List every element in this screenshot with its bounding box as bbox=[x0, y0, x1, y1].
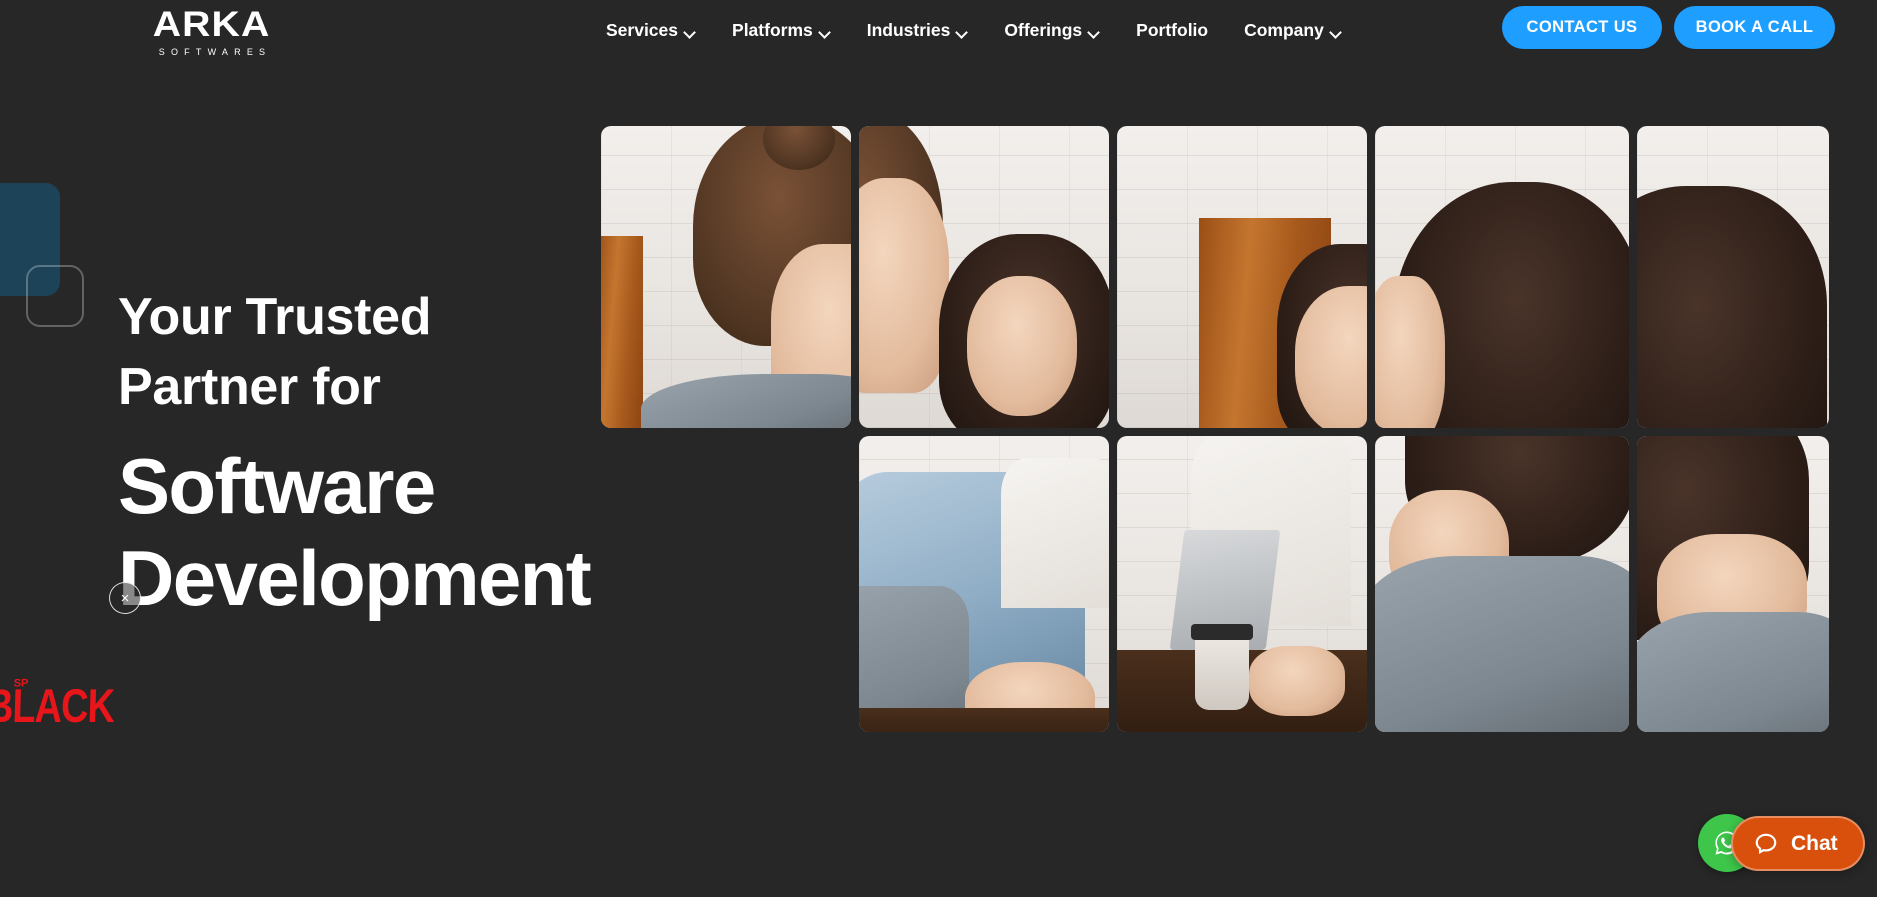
decorative-square-outline bbox=[26, 265, 84, 327]
contact-us-button[interactable]: CONTACT US bbox=[1502, 6, 1662, 49]
collage-tile-2 bbox=[859, 126, 1109, 428]
nav-label: Company bbox=[1244, 20, 1324, 40]
logo-tagline: SOFTWARES bbox=[158, 47, 272, 57]
chevron-down-icon bbox=[685, 28, 696, 35]
hero-line-3: Software bbox=[118, 442, 436, 531]
hero-image-collage bbox=[601, 126, 1829, 832]
nav-label: Offerings bbox=[1004, 20, 1083, 40]
chevron-down-icon bbox=[957, 28, 968, 35]
collage-tile-5 bbox=[859, 436, 1109, 732]
book-a-call-button[interactable]: BOOK A CALL bbox=[1674, 6, 1835, 49]
nav-item-portfolio[interactable]: Portfolio bbox=[1118, 14, 1226, 47]
nav-label: Portfolio bbox=[1136, 20, 1209, 40]
close-glyph: × bbox=[120, 589, 130, 607]
nav-item-offerings[interactable]: Offerings bbox=[986, 14, 1118, 47]
promo-logo-text: BLACK SP bbox=[0, 677, 115, 733]
hero-line-2: Partner for bbox=[118, 358, 381, 417]
collage-tile-6 bbox=[1117, 436, 1367, 732]
nav-label: Platforms bbox=[732, 20, 813, 40]
site-header: ARKA SOFTWARES Services Platforms Indust… bbox=[0, 0, 1877, 66]
logo-mark: ARKA bbox=[153, 5, 271, 44]
hero-line-4: Development bbox=[118, 534, 592, 623]
collage-tile-9 bbox=[1637, 436, 1829, 732]
collage-tile-3 bbox=[1117, 126, 1367, 428]
black-friday-promo-badge[interactable]: BLACK SP bbox=[0, 677, 128, 733]
chat-bubble-icon bbox=[1755, 833, 1777, 854]
header-cta-group: CONTACT US BOOK A CALL bbox=[1502, 6, 1835, 49]
collage-tile-4 bbox=[1375, 126, 1629, 428]
main-navigation: Services Platforms Industries Offerings … bbox=[588, 14, 1360, 47]
nav-item-services[interactable]: Services bbox=[588, 14, 714, 47]
collage-tile-7 bbox=[1375, 436, 1629, 732]
hero-page: ARKA SOFTWARES Services Platforms Indust… bbox=[0, 0, 1877, 897]
hero-line-1: Your Trusted bbox=[118, 288, 432, 346]
nav-label: Industries bbox=[866, 20, 951, 40]
chat-label: Chat bbox=[1791, 831, 1838, 855]
close-icon[interactable]: × bbox=[109, 582, 141, 614]
collage-tile-8 bbox=[1637, 126, 1829, 428]
hero-heading-block: Your Trusted Partner for Software Develo… bbox=[118, 282, 738, 624]
logo[interactable]: ARKA SOFTWARES bbox=[118, 5, 306, 57]
promo-superscript: SP bbox=[13, 677, 29, 690]
nav-item-industries[interactable]: Industries bbox=[849, 14, 987, 47]
chevron-down-icon bbox=[1089, 28, 1100, 35]
nav-label: Services bbox=[606, 20, 679, 40]
chevron-down-icon bbox=[820, 28, 831, 35]
nav-item-platforms[interactable]: Platforms bbox=[714, 14, 849, 47]
chat-button[interactable]: Chat bbox=[1731, 816, 1865, 871]
nav-item-company[interactable]: Company bbox=[1226, 14, 1360, 47]
chevron-down-icon bbox=[1331, 28, 1342, 35]
